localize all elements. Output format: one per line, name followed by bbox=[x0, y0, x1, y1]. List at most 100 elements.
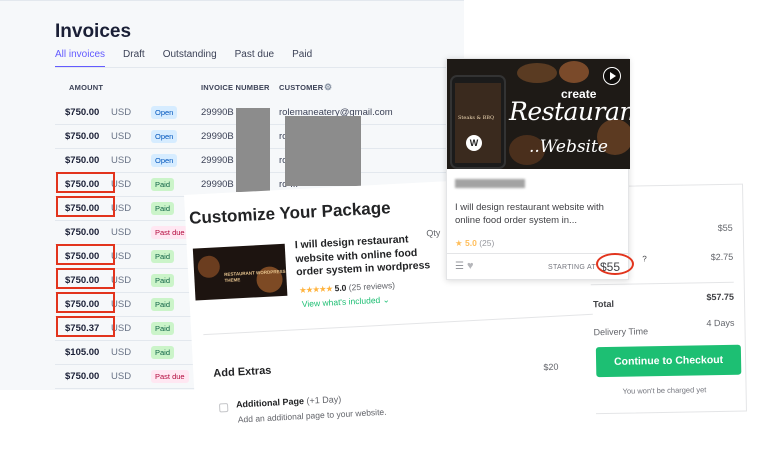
column-invoice-number[interactable]: INVOICE NUMBER bbox=[201, 83, 270, 92]
tab-all-invoices[interactable]: All invoices bbox=[55, 49, 106, 68]
invoice-number: 29990B bbox=[201, 107, 234, 118]
tab-past-due[interactable]: Past due bbox=[235, 49, 274, 68]
wordpress-icon: W bbox=[466, 135, 482, 151]
gig-description[interactable]: I will design restaurant website with on… bbox=[455, 202, 625, 227]
rating-score: 5.0 bbox=[465, 238, 477, 248]
tab-paid[interactable]: Paid bbox=[292, 49, 312, 68]
invoice-currency: USD bbox=[111, 107, 132, 118]
invoice-number: 29990B bbox=[201, 155, 234, 166]
highlight-box bbox=[56, 316, 115, 337]
tab-draft[interactable]: Draft bbox=[123, 49, 145, 68]
gig-card[interactable]: Steaks & BBQ W create Restaurant ..Websi… bbox=[446, 58, 630, 280]
invoice-currency: USD bbox=[111, 347, 132, 358]
divider bbox=[590, 281, 734, 286]
package-gig-title: I will design restaurant website with on… bbox=[294, 233, 431, 279]
service-fee-value: $2.75 bbox=[710, 251, 734, 263]
invoice-tabs: All invoices Draft Outstanding Past due … bbox=[55, 49, 330, 68]
status-badge: Paid bbox=[151, 346, 175, 359]
status-badge: Open bbox=[151, 154, 178, 167]
review-count: (25) bbox=[479, 238, 495, 248]
status-badge: Paid bbox=[151, 274, 175, 287]
food-image bbox=[517, 63, 557, 83]
delivery-label: Delivery Time bbox=[593, 326, 649, 338]
chevron-down-icon: ⌄ bbox=[382, 294, 390, 305]
tab-outstanding[interactable]: Outstanding bbox=[163, 49, 217, 68]
food-image bbox=[559, 61, 589, 83]
delivery-value: 4 Days bbox=[706, 317, 735, 329]
column-amount[interactable]: AMOUNT bbox=[69, 83, 103, 92]
total-label: Total bbox=[592, 298, 615, 310]
package-rating: ★★★★★ 5.0 (25 reviews) bbox=[299, 280, 395, 296]
menu-icon[interactable]: ☰ bbox=[455, 261, 464, 272]
view-included-link[interactable]: View what's included ⌄ bbox=[302, 294, 390, 310]
image-text-restaurant: Restaurant bbox=[509, 97, 630, 126]
starting-at-label: STARTING AT bbox=[548, 264, 597, 271]
status-badge: Open bbox=[151, 106, 178, 119]
redaction-block bbox=[285, 116, 361, 186]
tabs-divider bbox=[55, 67, 464, 68]
gear-icon[interactable]: ⚙ bbox=[324, 82, 332, 93]
additional-page-checkbox[interactable] bbox=[218, 402, 229, 413]
qty-label: Qty bbox=[426, 227, 441, 239]
gig-image[interactable]: Steaks & BBQ W create Restaurant ..Websi… bbox=[447, 59, 630, 169]
table-header: AMOUNT INVOICE NUMBER CUSTOMER ⚙ bbox=[55, 82, 464, 97]
extra-description: Add an additional page to your website. bbox=[237, 406, 387, 425]
image-text-website: ..Website bbox=[529, 137, 608, 157]
invoice-amount: $105.00 bbox=[65, 347, 100, 358]
gig-rating: ★ 5.0 (25) bbox=[455, 238, 494, 249]
subtotal-value: $55 bbox=[717, 222, 733, 234]
redaction-block bbox=[236, 108, 270, 192]
star-rating-icon: ★★★★★ bbox=[298, 283, 333, 296]
status-badge: Paid bbox=[151, 298, 175, 311]
invoice-currency: USD bbox=[111, 227, 132, 238]
status-badge: Paid bbox=[151, 322, 175, 335]
invoice-amount: $750.00 bbox=[65, 131, 100, 142]
play-icon[interactable] bbox=[603, 67, 621, 85]
status-badge: Open bbox=[151, 130, 178, 143]
extra-days: (+1 Day) bbox=[306, 394, 342, 406]
invoice-amount: $750.00 bbox=[65, 371, 100, 382]
status-badge: Paid bbox=[151, 178, 175, 191]
status-badge: Past due bbox=[151, 370, 189, 383]
star-icon: ★ bbox=[455, 238, 463, 248]
invoice-number: 29990B bbox=[201, 131, 234, 142]
status-badge: Paid bbox=[151, 250, 175, 263]
extra-name: Additional Page (+1 Day) bbox=[236, 394, 342, 409]
divider bbox=[203, 313, 593, 336]
invoice-amount: $750.00 bbox=[65, 107, 100, 118]
extra-name-label: Additional Page bbox=[235, 396, 305, 410]
package-title: Customize Your Package bbox=[188, 198, 392, 228]
column-customer[interactable]: CUSTOMER bbox=[279, 83, 323, 92]
extra-price: $20 bbox=[543, 361, 559, 373]
phone-screen: Steaks & BBQ bbox=[455, 83, 501, 163]
seller-name-blurred bbox=[455, 179, 525, 188]
invoice-currency: USD bbox=[111, 155, 132, 166]
add-extras-heading: Add Extras bbox=[213, 364, 272, 380]
screenshot-collage: Invoices All invoices Draft Outstanding … bbox=[0, 0, 768, 461]
total-value: $57.75 bbox=[706, 291, 735, 303]
invoice-currency: USD bbox=[111, 131, 132, 142]
highlight-box bbox=[56, 292, 115, 313]
invoice-amount: $750.00 bbox=[65, 227, 100, 238]
food-image bbox=[197, 255, 221, 279]
help-icon[interactable]: ? bbox=[642, 254, 647, 263]
gig-thumbnail: RESTAURANT WORDPRESS THEME bbox=[192, 243, 288, 301]
status-badge: Past due bbox=[151, 226, 189, 239]
page-title: Invoices bbox=[55, 21, 132, 42]
rating-score: 5.0 bbox=[334, 282, 347, 294]
view-included-label: View what's included bbox=[301, 294, 381, 309]
phone-label: Steaks & BBQ bbox=[458, 115, 495, 121]
review-count: (25 reviews) bbox=[348, 280, 396, 293]
invoice-number: 29990B bbox=[201, 179, 234, 190]
highlight-circle bbox=[596, 253, 634, 275]
invoice-currency: USD bbox=[111, 371, 132, 382]
invoice-amount: $750.00 bbox=[65, 155, 100, 166]
highlight-box bbox=[56, 196, 115, 217]
continue-to-checkout-button[interactable]: Continue to Checkout bbox=[595, 344, 742, 378]
phone-mockup: Steaks & BBQ W bbox=[450, 75, 506, 169]
highlight-box bbox=[56, 172, 115, 193]
charge-note: You won't be charged yet bbox=[622, 385, 707, 396]
status-badge: Paid bbox=[151, 202, 175, 215]
heart-icon[interactable]: ♥ bbox=[467, 260, 474, 272]
highlight-box bbox=[56, 268, 115, 289]
